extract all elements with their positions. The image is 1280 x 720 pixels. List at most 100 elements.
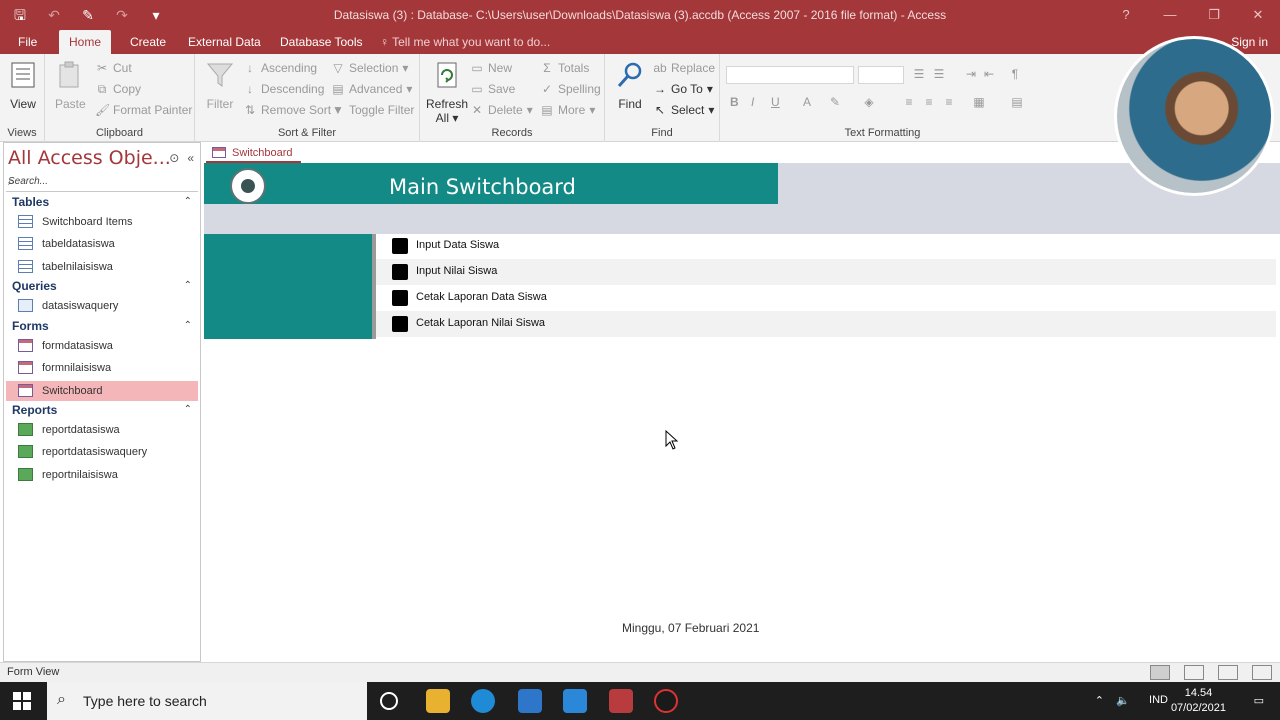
- nav-section-tables[interactable]: Tables ⌃: [12, 192, 198, 212]
- screen-recorder-icon[interactable]: [654, 689, 678, 713]
- design-view-icon[interactable]: [1252, 665, 1272, 680]
- switchboard-menu-item[interactable]: Cetak Laporan Data Siswa: [376, 285, 1276, 311]
- replace-button[interactable]: ab Replace: [653, 58, 715, 78]
- switchboard-menu-item[interactable]: Input Data Siswa: [376, 233, 1276, 259]
- go-to-button[interactable]: → Go To ▾: [653, 79, 713, 99]
- close-button[interactable]: ✕: [1236, 0, 1280, 30]
- view-button[interactable]: View: [8, 60, 38, 111]
- collapse-chevron-icon[interactable]: ⌃: [184, 276, 192, 296]
- highlight-button[interactable]: ✎: [828, 92, 842, 112]
- menu-item-button[interactable]: [392, 264, 408, 280]
- help-button[interactable]: ?: [1104, 0, 1148, 30]
- datasheet-view-icon[interactable]: [1184, 665, 1204, 680]
- collapse-chevron-icon[interactable]: ⌃: [184, 316, 192, 336]
- nav-item-report[interactable]: reportnilaisiswa: [6, 465, 198, 485]
- switchboard-menu-item[interactable]: Input Nilai Siswa: [376, 259, 1276, 285]
- nav-item-table[interactable]: tabelnilaisiswa: [6, 257, 198, 277]
- advanced-button[interactable]: ▤ Advanced ▾: [331, 79, 412, 99]
- align-center-button[interactable]: ≡: [922, 92, 936, 112]
- file-explorer-icon[interactable]: [426, 689, 450, 713]
- paragraph-direction-button[interactable]: ¶: [1008, 64, 1022, 84]
- outdent-button[interactable]: ⇤: [982, 64, 996, 84]
- cut-button[interactable]: ✂ Cut: [95, 58, 132, 78]
- nav-search-input[interactable]: Search... ⌕: [6, 174, 198, 192]
- tab-external-data[interactable]: External Data: [178, 30, 271, 54]
- filter-button[interactable]: Filter: [205, 60, 235, 111]
- more-button[interactable]: ▤ More ▾: [540, 100, 595, 120]
- access-app-icon[interactable]: [609, 689, 633, 713]
- selection-button[interactable]: ▽ Selection ▾: [331, 58, 408, 78]
- underline-button[interactable]: U: [771, 92, 780, 112]
- tray-chevron-icon[interactable]: ⌃: [1095, 694, 1104, 707]
- search-icon[interactable]: ⌕: [8, 174, 196, 189]
- refresh-all-button[interactable]: Refresh All ▾: [426, 60, 468, 125]
- font-size-dropdown[interactable]: [858, 66, 904, 84]
- save-record-button[interactable]: ▭ Save: [470, 79, 515, 99]
- nav-section-reports[interactable]: Reports ⌃: [12, 400, 198, 420]
- notification-icon[interactable]: ▭: [1254, 694, 1264, 707]
- italic-button[interactable]: I: [751, 92, 754, 112]
- format-painter-button[interactable]: 🖌 Format Painter: [95, 100, 192, 120]
- collapse-chevron-icon[interactable]: ⌃: [184, 192, 192, 212]
- cortana-icon[interactable]: [380, 692, 398, 710]
- restore-button[interactable]: ❐: [1192, 0, 1236, 30]
- language-indicator[interactable]: IND: [1149, 694, 1168, 706]
- taskbar-clock[interactable]: 14.54 07/02/2021: [1171, 686, 1226, 716]
- nav-item-table[interactable]: Switchboard Items: [6, 212, 198, 232]
- nav-item-report[interactable]: reportdatasiswaquery: [6, 442, 198, 462]
- delete-record-button[interactable]: ✕ Delete ▾: [470, 100, 533, 120]
- edge-browser-icon[interactable]: [471, 689, 495, 713]
- alternate-row-color-button[interactable]: ▤: [1010, 92, 1024, 112]
- remove-sort-button[interactable]: ⇅ Remove Sort: [243, 100, 331, 120]
- collapse-chevron-icon[interactable]: ⌃: [184, 400, 192, 420]
- mail-icon[interactable]: [563, 689, 587, 713]
- switchboard-menu-item[interactable]: Cetak Laporan Nilai Siswa: [376, 311, 1276, 337]
- nav-item-form[interactable]: formnilaisiswa: [6, 358, 198, 378]
- menu-item-button[interactable]: [392, 238, 408, 254]
- nav-pane-title[interactable]: All Access Obje...: [8, 147, 171, 169]
- nav-section-queries[interactable]: Queries ⌃: [12, 276, 198, 296]
- nav-item-table[interactable]: tabeldatasiswa: [6, 234, 198, 254]
- document-tab-switchboard[interactable]: Switchboard: [206, 143, 301, 163]
- spelling-button[interactable]: ✓ Spelling: [540, 79, 601, 99]
- find-button[interactable]: Find: [615, 60, 645, 111]
- totals-button[interactable]: Σ Totals: [540, 58, 589, 78]
- menu-item-button[interactable]: [392, 316, 408, 332]
- taskbar-search-box[interactable]: ⌕ Type here to search: [47, 682, 367, 720]
- minimize-button[interactable]: —: [1148, 0, 1192, 30]
- gridlines-button[interactable]: ▦: [972, 92, 986, 112]
- tell-me-box[interactable]: ♀ Tell me what you want to do...: [380, 30, 550, 54]
- bold-button[interactable]: B: [730, 92, 739, 112]
- nav-section-forms[interactable]: Forms ⌃: [12, 316, 198, 336]
- collapse-pane-icon[interactable]: «: [187, 151, 194, 165]
- indent-button[interactable]: ⇥: [964, 64, 978, 84]
- nav-item-report[interactable]: reportdatasiswa: [6, 420, 198, 440]
- nav-menu-chevron-icon[interactable]: ⊙: [169, 151, 179, 165]
- bullets-button[interactable]: ☰: [912, 64, 926, 84]
- nav-item-query[interactable]: datasiswaquery: [6, 296, 198, 316]
- align-left-button[interactable]: ≡: [902, 92, 916, 112]
- copy-button[interactable]: ⧉ Copy: [95, 79, 141, 99]
- paste-button[interactable]: Paste: [55, 60, 86, 111]
- windows-start-icon[interactable]: [13, 692, 31, 710]
- nav-item-form[interactable]: formdatasiswa: [6, 336, 198, 356]
- nav-item-form-selected[interactable]: Switchboard: [6, 381, 198, 401]
- ascending-button[interactable]: ↓ Ascending: [243, 58, 317, 78]
- form-view-icon[interactable]: [1150, 665, 1170, 680]
- layout-view-icon[interactable]: [1218, 665, 1238, 680]
- descending-button[interactable]: ↓ Descending: [243, 79, 324, 99]
- volume-icon[interactable]: 🔈: [1116, 694, 1130, 707]
- select-button[interactable]: ↖ Select ▾: [653, 100, 714, 120]
- tab-home[interactable]: Home: [59, 30, 112, 54]
- font-color-button[interactable]: A: [800, 92, 814, 112]
- numbering-button[interactable]: ☰: [932, 64, 946, 84]
- toggle-filter-button[interactable]: ▼ Toggle Filter: [331, 100, 414, 120]
- menu-item-button[interactable]: [392, 290, 408, 306]
- tab-create[interactable]: Create: [120, 30, 176, 54]
- new-record-button[interactable]: ▭ New: [470, 58, 512, 78]
- tab-file[interactable]: File: [8, 30, 47, 54]
- store-icon[interactable]: [518, 689, 542, 713]
- align-right-button[interactable]: ≡: [942, 92, 956, 112]
- tab-database-tools[interactable]: Database Tools: [270, 30, 373, 54]
- font-name-dropdown[interactable]: [726, 66, 854, 84]
